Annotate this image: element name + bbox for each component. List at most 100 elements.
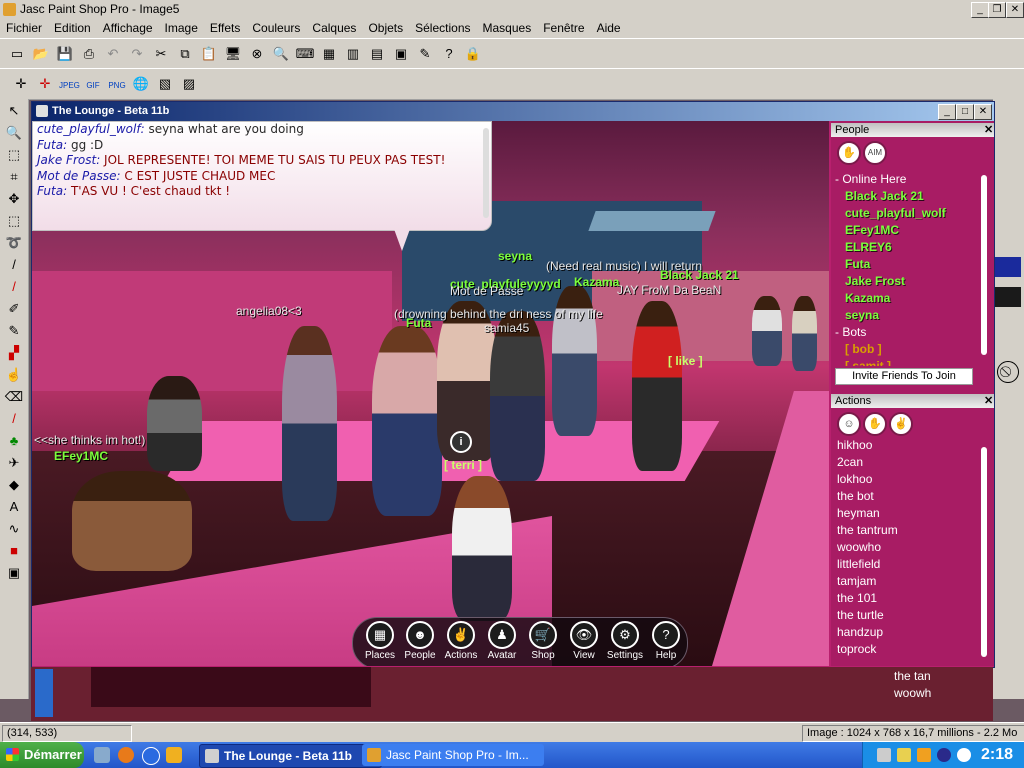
action-item[interactable]: 2can xyxy=(837,454,898,471)
dock-help[interactable]: ? Help xyxy=(646,621,686,661)
slice-icon[interactable]: ✛ xyxy=(34,73,56,95)
quicklaunch-psp-icon[interactable] xyxy=(166,747,182,763)
gif-icon[interactable]: GIF xyxy=(82,75,104,97)
people-close-icon[interactable]: ✕ xyxy=(980,123,993,137)
avatar-samia[interactable] xyxy=(490,311,545,481)
person-item[interactable]: seyna xyxy=(835,307,946,324)
tag-samia[interactable]: samia45 xyxy=(484,321,529,335)
action-item[interactable]: the tantrum xyxy=(837,522,898,539)
menu-effets[interactable]: Effets xyxy=(204,19,246,35)
scratch-remover-icon[interactable]: / xyxy=(2,409,26,429)
script-icon[interactable]: ✎ xyxy=(414,43,436,65)
quicklaunch-firefox-icon[interactable] xyxy=(118,747,134,763)
dock-shop[interactable]: 🛒 Shop xyxy=(523,621,563,661)
avatar-efey[interactable] xyxy=(72,471,192,571)
chat-author[interactable]: Futa xyxy=(37,184,63,198)
globe-icon[interactable]: ⊗ xyxy=(246,43,268,65)
rollover-icon[interactable]: ▨ xyxy=(178,73,200,95)
dock-people[interactable]: ☻ People xyxy=(400,621,440,661)
menu-fichier[interactable]: Fichier xyxy=(0,19,48,35)
move-tool-icon[interactable]: ✥ xyxy=(2,189,26,209)
preset-shapes-icon[interactable]: ■ xyxy=(2,541,26,561)
airbrush-icon[interactable]: ✈ xyxy=(2,453,26,473)
histogram-icon[interactable]: ▥ xyxy=(342,43,364,65)
emote-face-icon[interactable]: ☺ xyxy=(837,412,861,436)
color-swatch-dark[interactable] xyxy=(995,287,1021,307)
tray-shield-icon[interactable] xyxy=(937,748,951,762)
draw-tool-icon[interactable]: ∿ xyxy=(2,519,26,539)
action-item[interactable]: the bot xyxy=(837,488,898,505)
object-selector-icon[interactable]: ▣ xyxy=(2,563,26,583)
action-item[interactable]: lokhoo xyxy=(837,471,898,488)
bots-group-label[interactable]: - Bots xyxy=(835,324,946,341)
chat-author[interactable]: Jake Frost xyxy=(37,153,96,167)
print-icon[interactable]: ⎙ xyxy=(78,43,100,65)
tag-futa[interactable]: Futa xyxy=(406,316,431,330)
help-cursor-icon[interactable]: ? xyxy=(438,43,460,65)
action-item[interactable]: hikhoo xyxy=(837,437,898,454)
imagemap-icon[interactable]: ▧ xyxy=(154,73,176,95)
tag-angelia[interactable]: angelia08<3 xyxy=(236,304,302,318)
redo-icon[interactable]: ↷ xyxy=(126,43,148,65)
menu-aide[interactable]: Aide xyxy=(591,19,627,35)
bot-item[interactable]: [ bob ] xyxy=(835,341,946,358)
wand-tool-icon[interactable]: / xyxy=(2,255,26,275)
dock-avatar[interactable]: ♟ Avatar xyxy=(482,621,522,661)
flood-fill-icon[interactable]: ◆ xyxy=(2,475,26,495)
menu-masques[interactable]: Masques xyxy=(477,19,538,35)
person-item[interactable]: ELREY6 xyxy=(835,239,946,256)
tag-kazama[interactable]: Kazama xyxy=(574,275,619,289)
paintbrush-tool-icon[interactable]: ✐ xyxy=(2,299,26,319)
quicklaunch-ie-icon[interactable] xyxy=(94,747,110,763)
keyboard-icon[interactable]: ⌨ xyxy=(294,43,316,65)
quicklaunch-browser-icon[interactable] xyxy=(142,747,160,765)
dock-view[interactable]: 👁 View xyxy=(564,621,604,661)
person-item[interactable]: cute_playful_wolf xyxy=(835,205,946,222)
chat-scrollbar[interactable] xyxy=(483,128,489,218)
chat-author[interactable]: cute_playful_wolf xyxy=(37,122,141,136)
online-group-label[interactable]: - Online Here xyxy=(835,171,946,188)
action-item[interactable]: tamjam xyxy=(837,573,898,590)
browser-preview-icon[interactable]: 🌐 xyxy=(130,73,152,95)
no-entry-icon[interactable]: ⃠ xyxy=(997,361,1019,383)
emote-dance-icon[interactable]: ✌ xyxy=(889,412,913,436)
jpeg-icon[interactable]: JPEG xyxy=(58,75,80,97)
tag-seyna[interactable]: seyna xyxy=(498,249,532,263)
person-item[interactable]: Kazama xyxy=(835,290,946,307)
chat-author[interactable]: Mot de Passe xyxy=(37,169,117,183)
actions-scrollbar[interactable] xyxy=(981,447,987,657)
bot-item[interactable]: [ samit ] xyxy=(835,358,946,366)
paste-icon[interactable]: 📋 xyxy=(198,43,220,65)
deform-tool-icon[interactable]: ⬚ xyxy=(2,145,26,165)
emote-hand-icon[interactable]: ✋ xyxy=(863,412,887,436)
action-item[interactable]: the 101 xyxy=(837,590,898,607)
avatar-angelia[interactable] xyxy=(282,326,337,521)
lasso-tool-icon[interactable]: ➰ xyxy=(2,233,26,253)
minimize-button[interactable]: _ xyxy=(971,2,989,18)
action-item[interactable]: littlefield xyxy=(837,556,898,573)
person-item[interactable]: EFey1MC xyxy=(835,222,946,239)
menu-fenetre[interactable]: Fenêtre xyxy=(537,19,590,35)
dock-actions[interactable]: ✌ Actions xyxy=(441,621,481,661)
menu-calques[interactable]: Calques xyxy=(306,19,362,35)
undo-icon[interactable]: ↶ xyxy=(102,43,124,65)
clock[interactable]: 2:18 xyxy=(981,746,1013,764)
tag-terri[interactable]: [ terri ] xyxy=(444,458,482,472)
tray-app-icon[interactable] xyxy=(917,748,931,762)
person-item[interactable]: Jake Frost xyxy=(835,273,946,290)
clone-tool-icon[interactable]: ✎ xyxy=(2,321,26,341)
color-replacer-icon[interactable]: ▞ xyxy=(2,343,26,363)
actions-close-icon[interactable]: ✕ xyxy=(980,394,993,408)
overview-icon[interactable]: ▣ xyxy=(390,43,412,65)
aim-icon[interactable]: AIM xyxy=(863,141,887,165)
menu-objets[interactable]: Objets xyxy=(362,19,409,35)
zoom-icon[interactable]: 🔍 xyxy=(270,43,292,65)
tag-jay[interactable]: JAY FroM Da BeaN xyxy=(617,283,721,297)
people-scrollbar[interactable] xyxy=(981,175,987,355)
picture-tube-icon[interactable]: ♣ xyxy=(2,431,26,451)
invite-friends-button[interactable]: Invite Friends To Join xyxy=(835,368,973,385)
png-icon[interactable]: PNG xyxy=(106,75,128,97)
layers-icon[interactable]: ▤ xyxy=(366,43,388,65)
dropper-tool-icon[interactable]: / xyxy=(2,277,26,297)
avatar-terri[interactable] xyxy=(452,476,512,621)
